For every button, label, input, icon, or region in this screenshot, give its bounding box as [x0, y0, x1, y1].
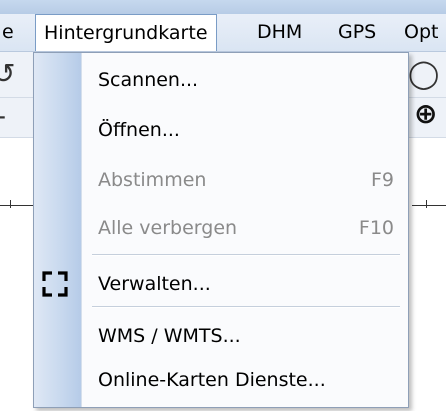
minus-icon[interactable]: - — [0, 102, 6, 130]
menu-item-verwalten[interactable]: Verwalten... — [34, 263, 408, 305]
menu-gps[interactable]: GPS — [338, 14, 376, 51]
menu-item-scannen[interactable]: Scannen... — [34, 59, 408, 101]
menu-item-oeffnen[interactable]: Öffnen... — [34, 109, 408, 151]
title-bar — [0, 0, 446, 14]
menu-item-wms-wmts[interactable]: WMS / WMTS... — [34, 315, 408, 357]
map-ruler-tick — [10, 200, 11, 208]
menu-hintergrundkarte[interactable]: Hintergrundkarte — [35, 14, 217, 51]
menu-options[interactable]: Opt — [404, 14, 438, 51]
map-ruler-left — [0, 205, 33, 206]
map-ruler-right — [412, 205, 446, 206]
menu-item-label: Abstimmen — [98, 169, 207, 191]
menu-edit[interactable]: e — [2, 14, 14, 51]
menu-bar: e Hintergrundkarte DHM GPS Opt — [0, 14, 446, 52]
rotate-icon[interactable]: ↺ — [0, 60, 15, 88]
menu-item-abstimmen[interactable]: Abstimmen F9 — [34, 159, 408, 201]
frame-corners-icon — [42, 271, 68, 297]
map-ruler-tick — [426, 200, 427, 208]
menu-item-label: Verwalten... — [98, 273, 211, 295]
menu-separator — [92, 306, 400, 308]
circle-icon[interactable]: ◯ — [408, 60, 439, 88]
menu-dhm[interactable]: DHM — [257, 14, 302, 51]
menu-item-label: Scannen... — [98, 69, 199, 91]
app-window: e Hintergrundkarte DHM GPS Opt ↺ ◯ - ⊕ S… — [0, 0, 446, 411]
hintergrundkarte-dropdown: Scannen... Öffnen... Abstimmen F9 Alle v… — [33, 52, 409, 408]
menu-separator — [92, 254, 400, 256]
menu-item-label: Alle verbergen — [98, 217, 238, 239]
menu-item-label: Online-Karten Dienste... — [98, 369, 326, 391]
menu-item-online-karten[interactable]: Online-Karten Dienste... — [34, 359, 408, 401]
menu-item-shortcut: F9 — [370, 169, 394, 191]
crosshair-icon[interactable]: ⊕ — [414, 100, 437, 128]
menu-item-label: WMS / WMTS... — [98, 325, 241, 347]
menu-item-label: Öffnen... — [98, 119, 180, 141]
menu-item-shortcut: F10 — [358, 217, 394, 239]
menu-item-alle-verbergen[interactable]: Alle verbergen F10 — [34, 207, 408, 249]
